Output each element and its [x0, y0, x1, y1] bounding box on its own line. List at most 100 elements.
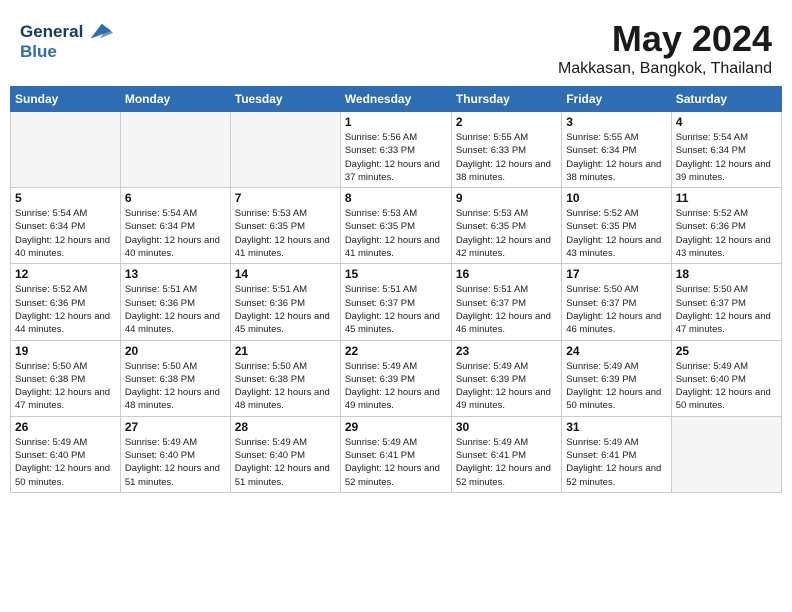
- calendar-cell: 13 Sunrise: 5:51 AMSunset: 6:36 PMDayligh…: [120, 264, 230, 340]
- logo: General Blue: [20, 18, 113, 62]
- calendar-cell: 9 Sunrise: 5:53 AMSunset: 6:35 PMDaylight…: [451, 188, 561, 264]
- day-info: Sunrise: 5:49 AMSunset: 6:40 PMDaylight:…: [15, 436, 116, 489]
- calendar-cell: 27Sunrise: 5:49 AMSunset: 6:40 PMDayligh…: [120, 416, 230, 492]
- day-number: 19: [15, 344, 116, 358]
- calendar-cell: 1 Sunrise: 5:56 AMSunset: 6:33 PMDaylight…: [340, 112, 451, 188]
- day-of-week-header: Saturday: [671, 87, 781, 112]
- day-of-week-header: Wednesday: [340, 87, 451, 112]
- day-info: Sunrise: 5:49 AMSunset: 6:40 PMDaylight:…: [125, 436, 226, 489]
- day-info: Sunrise: 5:49 AMSunset: 6:41 PMDaylight:…: [456, 436, 557, 489]
- calendar-cell: 4 Sunrise: 5:54 AMSunset: 6:34 PMDaylight…: [671, 112, 781, 188]
- day-of-week-header: Thursday: [451, 87, 561, 112]
- calendar-cell: 26 Sunrise: 5:49 AMSunset: 6:40 PMDayligh…: [11, 416, 121, 492]
- day-info: Sunrise: 5:49 AMSunset: 6:41 PMDaylight:…: [345, 436, 447, 489]
- day-info: Sunrise: 5:50 AMSunset: 6:38 PMDaylight:…: [15, 360, 116, 413]
- day-number: 8: [345, 191, 447, 205]
- day-info: Sunrise: 5:54 AMSunset: 6:34 PMDaylight:…: [676, 131, 777, 184]
- day-info: Sunrise: 5:52 AMSunset: 6:36 PMDaylight:…: [15, 283, 116, 336]
- calendar-cell: 19 Sunrise: 5:50 AMSunset: 6:38 PMDayligh…: [11, 340, 121, 416]
- title-block: May 2024 Makkasan, Bangkok, Thailand: [558, 18, 772, 78]
- calendar-header-row: SundayMondayTuesdayWednesdayThursdayFrid…: [11, 87, 782, 112]
- day-number: 4: [676, 115, 777, 129]
- calendar-cell: 15Sunrise: 5:51 AMSunset: 6:37 PMDayligh…: [340, 264, 451, 340]
- calendar-week-row: 1 Sunrise: 5:56 AMSunset: 6:33 PMDaylight…: [11, 112, 782, 188]
- calendar-cell: 18 Sunrise: 5:50 AMSunset: 6:37 PMDayligh…: [671, 264, 781, 340]
- day-info: Sunrise: 5:56 AMSunset: 6:33 PMDaylight:…: [345, 131, 447, 184]
- calendar-cell: 23Sunrise: 5:49 AMSunset: 6:39 PMDayligh…: [451, 340, 561, 416]
- day-info: Sunrise: 5:49 AMSunset: 6:40 PMDaylight:…: [235, 436, 336, 489]
- day-info: Sunrise: 5:54 AMSunset: 6:34 PMDaylight:…: [15, 207, 116, 260]
- day-number: 9: [456, 191, 557, 205]
- day-info: Sunrise: 5:49 AMSunset: 6:39 PMDaylight:…: [345, 360, 447, 413]
- day-number: 3: [566, 115, 666, 129]
- calendar-cell: 20Sunrise: 5:50 AMSunset: 6:38 PMDayligh…: [120, 340, 230, 416]
- calendar-cell: 21Sunrise: 5:50 AMSunset: 6:38 PMDayligh…: [230, 340, 340, 416]
- day-info: Sunrise: 5:51 AMSunset: 6:37 PMDaylight:…: [345, 283, 447, 336]
- logo-text: General: [20, 22, 83, 42]
- day-info: Sunrise: 5:50 AMSunset: 6:38 PMDaylight:…: [235, 360, 336, 413]
- day-of-week-header: Tuesday: [230, 87, 340, 112]
- day-number: 10: [566, 191, 666, 205]
- calendar-cell: [120, 112, 230, 188]
- day-number: 1: [345, 115, 447, 129]
- day-info: Sunrise: 5:52 AMSunset: 6:35 PMDaylight:…: [566, 207, 666, 260]
- day-info: Sunrise: 5:54 AMSunset: 6:34 PMDaylight:…: [125, 207, 226, 260]
- day-info: Sunrise: 5:53 AMSunset: 6:35 PMDaylight:…: [345, 207, 447, 260]
- day-number: 17: [566, 267, 666, 281]
- day-info: Sunrise: 5:50 AMSunset: 6:37 PMDaylight:…: [676, 283, 777, 336]
- calendar-cell: 10 Sunrise: 5:52 AMSunset: 6:35 PMDayligh…: [562, 188, 671, 264]
- day-number: 6: [125, 191, 226, 205]
- day-info: Sunrise: 5:55 AMSunset: 6:34 PMDaylight:…: [566, 131, 666, 184]
- day-info: Sunrise: 5:53 AMSunset: 6:35 PMDaylight:…: [235, 207, 336, 260]
- day-info: Sunrise: 5:49 AMSunset: 6:39 PMDaylight:…: [566, 360, 666, 413]
- day-number: 18: [676, 267, 777, 281]
- day-number: 25: [676, 344, 777, 358]
- calendar-cell: 29 Sunrise: 5:49 AMSunset: 6:41 PMDayligh…: [340, 416, 451, 492]
- day-number: 20: [125, 344, 226, 358]
- day-info: Sunrise: 5:53 AMSunset: 6:35 PMDaylight:…: [456, 207, 557, 260]
- calendar-cell: 14 Sunrise: 5:51 AMSunset: 6:36 PMDayligh…: [230, 264, 340, 340]
- day-of-week-header: Monday: [120, 87, 230, 112]
- logo-icon: [85, 18, 113, 46]
- day-number: 28: [235, 420, 336, 434]
- day-number: 13: [125, 267, 226, 281]
- day-info: Sunrise: 5:50 AMSunset: 6:37 PMDaylight:…: [566, 283, 666, 336]
- calendar-cell: 12Sunrise: 5:52 AMSunset: 6:36 PMDayligh…: [11, 264, 121, 340]
- calendar-cell: 7 Sunrise: 5:53 AMSunset: 6:35 PMDaylight…: [230, 188, 340, 264]
- day-number: 11: [676, 191, 777, 205]
- day-number: 30: [456, 420, 557, 434]
- calendar-cell: 16Sunrise: 5:51 AMSunset: 6:37 PMDayligh…: [451, 264, 561, 340]
- day-number: 16: [456, 267, 557, 281]
- day-info: Sunrise: 5:51 AMSunset: 6:36 PMDaylight:…: [125, 283, 226, 336]
- calendar-cell: 3 Sunrise: 5:55 AMSunset: 6:34 PMDaylight…: [562, 112, 671, 188]
- day-of-week-header: Sunday: [11, 87, 121, 112]
- day-info: Sunrise: 5:49 AMSunset: 6:40 PMDaylight:…: [676, 360, 777, 413]
- calendar-cell: 31 Sunrise: 5:49 AMSunset: 6:41 PMDayligh…: [562, 416, 671, 492]
- day-number: 22: [345, 344, 447, 358]
- calendar-cell: 6 Sunrise: 5:54 AMSunset: 6:34 PMDaylight…: [120, 188, 230, 264]
- day-info: Sunrise: 5:55 AMSunset: 6:33 PMDaylight:…: [456, 131, 557, 184]
- calendar-cell: [671, 416, 781, 492]
- day-number: 26: [15, 420, 116, 434]
- day-number: 5: [15, 191, 116, 205]
- day-info: Sunrise: 5:49 AMSunset: 6:41 PMDaylight:…: [566, 436, 666, 489]
- day-number: 29: [345, 420, 447, 434]
- calendar-cell: 30 Sunrise: 5:49 AMSunset: 6:41 PMDayligh…: [451, 416, 561, 492]
- day-number: 2: [456, 115, 557, 129]
- month-title: May 2024: [558, 18, 772, 60]
- page-header: General Blue May 2024 Makkasan, Bangkok,…: [10, 10, 782, 82]
- day-number: 14: [235, 267, 336, 281]
- calendar-cell: 17 Sunrise: 5:50 AMSunset: 6:37 PMDayligh…: [562, 264, 671, 340]
- day-number: 7: [235, 191, 336, 205]
- calendar-table: SundayMondayTuesdayWednesdayThursdayFrid…: [10, 86, 782, 493]
- calendar-week-row: 26 Sunrise: 5:49 AMSunset: 6:40 PMDayligh…: [11, 416, 782, 492]
- calendar-cell: 28 Sunrise: 5:49 AMSunset: 6:40 PMDayligh…: [230, 416, 340, 492]
- day-info: Sunrise: 5:51 AMSunset: 6:36 PMDaylight:…: [235, 283, 336, 336]
- calendar-cell: 5 Sunrise: 5:54 AMSunset: 6:34 PMDaylight…: [11, 188, 121, 264]
- location-title: Makkasan, Bangkok, Thailand: [558, 60, 772, 78]
- day-number: 31: [566, 420, 666, 434]
- calendar-cell: [11, 112, 121, 188]
- calendar-cell: 22 Sunrise: 5:49 AMSunset: 6:39 PMDayligh…: [340, 340, 451, 416]
- day-number: 23: [456, 344, 557, 358]
- calendar-cell: 25 Sunrise: 5:49 AMSunset: 6:40 PMDayligh…: [671, 340, 781, 416]
